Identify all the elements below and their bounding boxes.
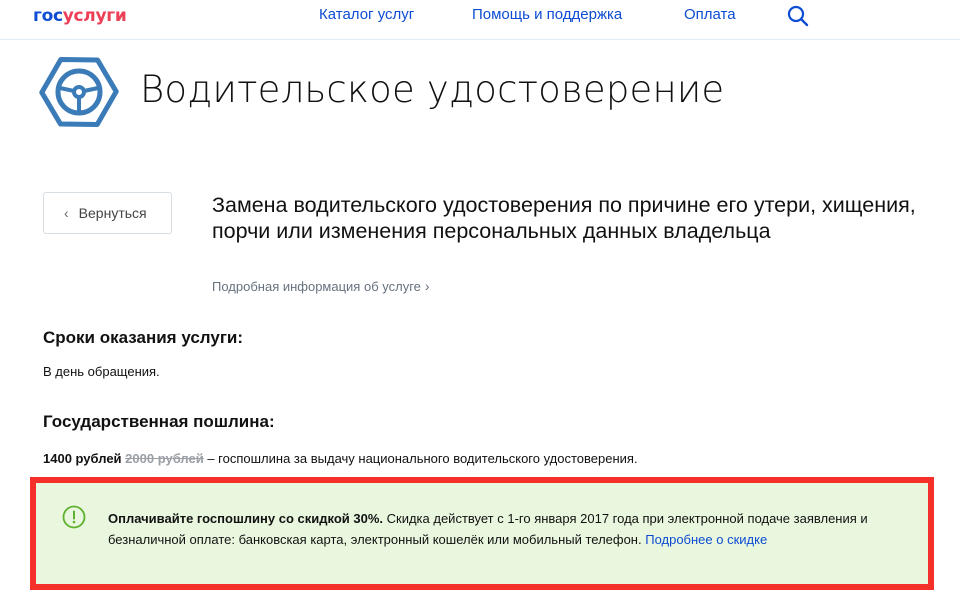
discount-notice-text: Оплачивайте госпошлину со скидкой 30%. С… [108,508,898,550]
logo-text-gos: гос [33,6,63,26]
discount-notice-bold: Оплачивайте госпошлину со скидкой 30%. [108,511,384,526]
terms-heading: Сроки оказания услуги: [43,328,244,347]
top-header: госуслуги Каталог услуг Помощь и поддерж… [0,0,960,40]
fee-heading: Государственная пошлина: [43,412,275,431]
chevron-right-icon: › [424,278,430,294]
fee-old-price: 2000 рублей [125,451,204,466]
back-button[interactable]: ‹ Вернуться [43,192,172,234]
nav-help-support[interactable]: Помощь и поддержка [472,6,622,23]
logo-text-uslugi: услуги [62,6,127,26]
exclamation-circle-icon [62,505,86,529]
terms-text: В день обращения. [43,364,160,379]
nav-payment[interactable]: Оплата [684,6,736,23]
nav-catalog[interactable]: Каталог услуг [319,6,414,23]
discount-details-link[interactable]: Подробнее о скидке [645,532,767,547]
page-title: Водительское удостоверение [140,68,725,111]
back-button-label: Вернуться [78,205,147,221]
service-info-label: Подробная информация об услуге [212,279,421,294]
fee-text: 1400 рублей 2000 рублей – госпошлина за … [43,451,638,466]
steering-wheel-icon [39,52,119,132]
gosuslugi-logo[interactable]: госуслуги [33,6,127,26]
fee-price: 1400 рублей [43,451,122,466]
fee-description: – госпошлина за выдачу национального вод… [203,451,638,466]
service-title: Замена водительского удостоверения по пр… [212,193,916,243]
search-icon[interactable] [786,4,810,28]
service-info-link[interactable]: Подробная информация об услуге › [212,278,430,294]
chevron-left-icon: ‹ [64,205,69,221]
